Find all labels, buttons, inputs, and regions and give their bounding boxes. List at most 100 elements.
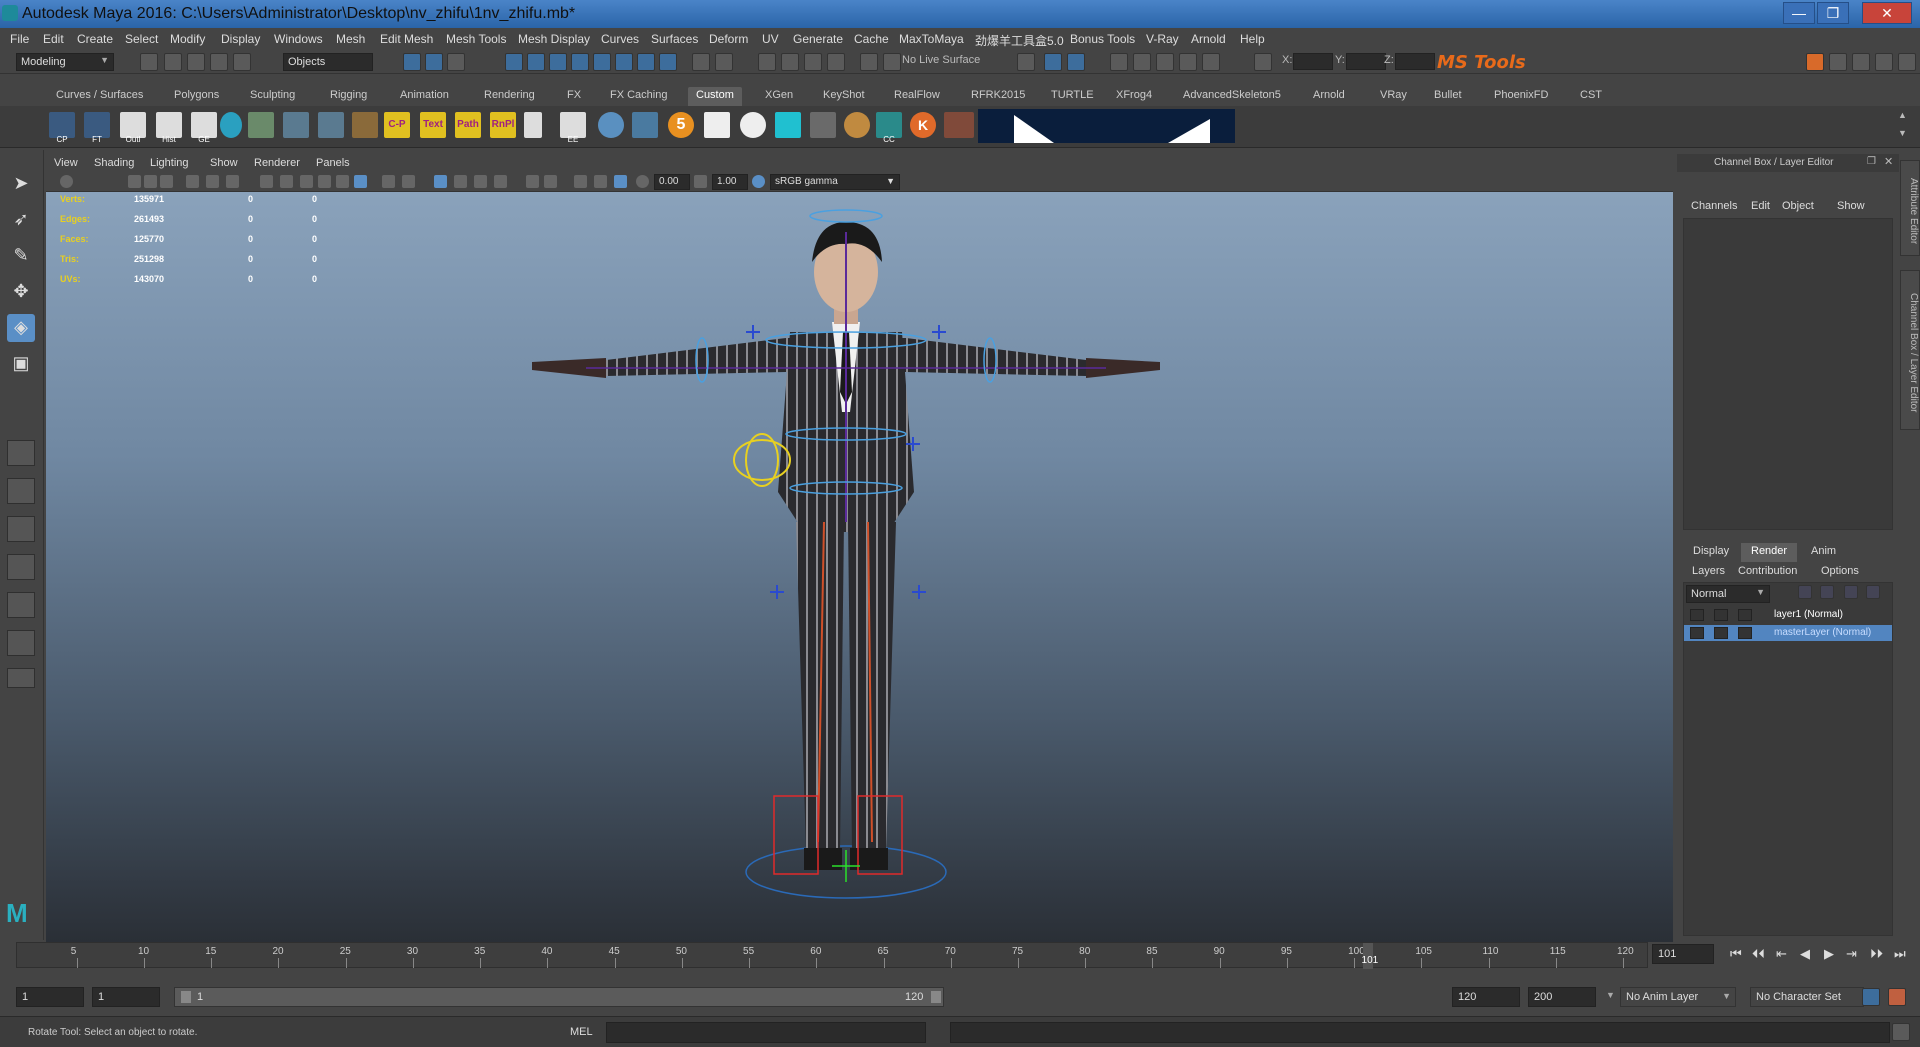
close-panel-icon[interactable]: ✕ xyxy=(1884,155,1893,168)
snap-curve-icon[interactable] xyxy=(781,53,799,71)
highlight-selection-icon[interactable] xyxy=(715,53,733,71)
tab-render[interactable]: Render xyxy=(1741,543,1798,562)
vray-render-icon[interactable] xyxy=(1202,53,1220,71)
menu-deform[interactable]: Deform xyxy=(709,32,748,46)
time-slider-track[interactable]: 5 10 15 20 25 30 35 40 45 50 55 60 65 70 75 80 85 90 95 100… xyxy=(16,942,1648,969)
shelf-tab-xgen[interactable]: XGen xyxy=(765,87,793,106)
skull-shelf-icon[interactable] xyxy=(740,112,766,138)
lights-icon[interactable] xyxy=(382,175,395,188)
tool-settings-toggle-icon[interactable] xyxy=(1875,53,1893,71)
camera-select-icon[interactable] xyxy=(60,175,73,188)
layer-menu-options[interactable]: Options xyxy=(1821,565,1859,577)
panel-menu-lighting[interactable]: Lighting xyxy=(150,157,189,169)
shelf-tab-realflow[interactable]: RealFlow xyxy=(894,87,940,106)
ambient-occlusion-icon[interactable] xyxy=(474,175,487,188)
channel-menu-object[interactable]: Object xyxy=(1782,200,1814,212)
layer-render-setup-icon[interactable] xyxy=(1738,627,1752,639)
layer-renderable-icon[interactable] xyxy=(1690,609,1704,621)
menu-edit[interactable]: Edit xyxy=(43,32,64,46)
skeleton-shelf-icon[interactable] xyxy=(704,112,730,138)
hypershade-icon[interactable] xyxy=(1156,53,1174,71)
shelf-tab-advancedskeleton5[interactable]: AdvancedSkeleton5 xyxy=(1183,87,1281,106)
panel-menu-renderer[interactable]: Renderer xyxy=(254,157,300,169)
menu-help[interactable]: Help xyxy=(1240,32,1265,46)
shelf-tab-fx-caching[interactable]: FX Caching xyxy=(610,87,667,106)
shelf-tab-cst[interactable]: CST xyxy=(1580,87,1602,106)
playback-end-field[interactable]: 120 xyxy=(1452,987,1520,1007)
menu-file[interactable]: File xyxy=(10,32,29,46)
locator-shelf-icon[interactable] xyxy=(598,112,624,138)
checker-shelf-icon[interactable] xyxy=(248,112,274,138)
range-slider[interactable]: 1 120 xyxy=(174,987,944,1007)
snap-view-plane-icon[interactable] xyxy=(827,53,845,71)
lasso-tool[interactable]: ➶ xyxy=(7,206,35,234)
layer-menu-layers[interactable]: Layers xyxy=(1692,565,1725,577)
menu-set-dropdown[interactable]: Modeling ▼ xyxy=(16,53,114,71)
xray-joints-icon[interactable] xyxy=(336,175,349,188)
x-field[interactable] xyxy=(1293,53,1333,70)
shelf-tab-rfrk2015[interactable]: RFRK2015 xyxy=(971,87,1025,106)
exposure-icon[interactable] xyxy=(574,175,587,188)
step-back-key-icon[interactable]: ⇤ xyxy=(1776,946,1787,962)
selection-mask-icon-6[interactable] xyxy=(615,53,633,71)
selection-mask-icon-5[interactable] xyxy=(593,53,611,71)
channel-box-toggle-icon[interactable] xyxy=(1898,53,1916,71)
scale-tool[interactable]: ▣ xyxy=(7,350,35,378)
y-field[interactable] xyxy=(1346,53,1386,70)
face-shelf-icon[interactable] xyxy=(524,112,542,138)
selection-mask-icon-8[interactable] xyxy=(659,53,677,71)
menu-curves[interactable]: Curves xyxy=(601,32,639,46)
menu-plugin-toolbox[interactable]: 劲爆羊工具盒5.0 xyxy=(975,32,1064,49)
menu-mesh[interactable]: Mesh xyxy=(336,32,365,46)
menu-arnold[interactable]: Arnold xyxy=(1191,32,1226,46)
render-current-frame-icon[interactable] xyxy=(1067,53,1085,71)
k-shelf-icon[interactable]: K xyxy=(910,112,936,138)
go-to-start-icon[interactable]: ⏮ xyxy=(1730,946,1742,962)
exposure-field[interactable]: 0.00 xyxy=(654,174,690,190)
shelf-scroll-up-icon[interactable]: ▲ xyxy=(1898,110,1907,120)
selection-mask-icon-3[interactable] xyxy=(549,53,567,71)
menu-modify[interactable]: Modify xyxy=(170,32,205,46)
shelf-tab-xfrog4[interactable]: XFrog4 xyxy=(1116,87,1152,106)
selection-mask-icon-4[interactable] xyxy=(571,53,589,71)
animation-preferences-icon[interactable] xyxy=(1888,988,1906,1006)
shelf-tab-curves-surfaces[interactable]: Curves / Surfaces xyxy=(56,87,143,106)
dope-sheet-shelf-icon[interactable] xyxy=(318,112,344,138)
layer-render-setup-icon[interactable] xyxy=(1738,609,1752,621)
persp-hypershade-layout-button[interactable] xyxy=(7,592,35,618)
menu-bonus-tools[interactable]: Bonus Tools xyxy=(1070,32,1135,46)
path-plugin-shelf-icon[interactable]: Path xyxy=(455,112,481,138)
menu-mesh-tools[interactable]: Mesh Tools xyxy=(446,32,506,46)
ipr-render-icon[interactable] xyxy=(1133,53,1151,71)
rotate-tool[interactable]: ◈ xyxy=(7,314,35,342)
lock-selection-icon[interactable] xyxy=(692,53,710,71)
cp-plugin-shelf-icon[interactable]: C-P xyxy=(384,112,410,138)
brush-shelf-icon[interactable] xyxy=(352,112,378,138)
select-tool[interactable]: ➤ xyxy=(7,170,35,198)
redo-icon[interactable] xyxy=(233,53,251,71)
ms-tools-logo[interactable]: MS Tools xyxy=(1437,52,1526,73)
layer-menu-contribution[interactable]: Contribution xyxy=(1738,565,1797,577)
panel-menu-show[interactable]: Show xyxy=(210,157,238,169)
mel-label[interactable]: MEL xyxy=(570,1026,593,1038)
depth-of-field-icon[interactable] xyxy=(544,175,557,188)
tab-anim[interactable]: Anim xyxy=(1801,543,1846,562)
shelf-tab-sculpting[interactable]: Sculpting xyxy=(250,87,295,106)
menu-maxtomaya[interactable]: MaxToMaya xyxy=(899,32,964,46)
five-shelf-icon[interactable]: 5 xyxy=(668,112,694,138)
snap-point-icon[interactable] xyxy=(804,53,822,71)
layer-recycle-icon[interactable] xyxy=(1714,627,1728,639)
panel-menu-panels[interactable]: Panels xyxy=(316,157,350,169)
menu-select[interactable]: Select xyxy=(125,32,158,46)
render-sequence-icon[interactable] xyxy=(1179,53,1197,71)
four-view-layout-button[interactable] xyxy=(7,478,35,504)
gamma-field[interactable]: 1.00 xyxy=(712,174,748,190)
menu-edit-mesh[interactable]: Edit Mesh xyxy=(380,32,433,46)
side-tab-attribute-editor[interactable]: Attribute Editor xyxy=(1900,160,1920,256)
construction-history-icon[interactable] xyxy=(1017,53,1035,71)
menu-uv[interactable]: UV xyxy=(762,32,779,46)
side-tab-channel-box[interactable]: Channel Box / Layer Editor xyxy=(1900,270,1920,430)
layer-blend-mode-dropdown[interactable]: Normal ▼ xyxy=(1686,585,1770,603)
camera-attributes-icon[interactable] xyxy=(128,175,141,188)
selection-mode-dropdown[interactable]: Objects xyxy=(283,53,373,71)
